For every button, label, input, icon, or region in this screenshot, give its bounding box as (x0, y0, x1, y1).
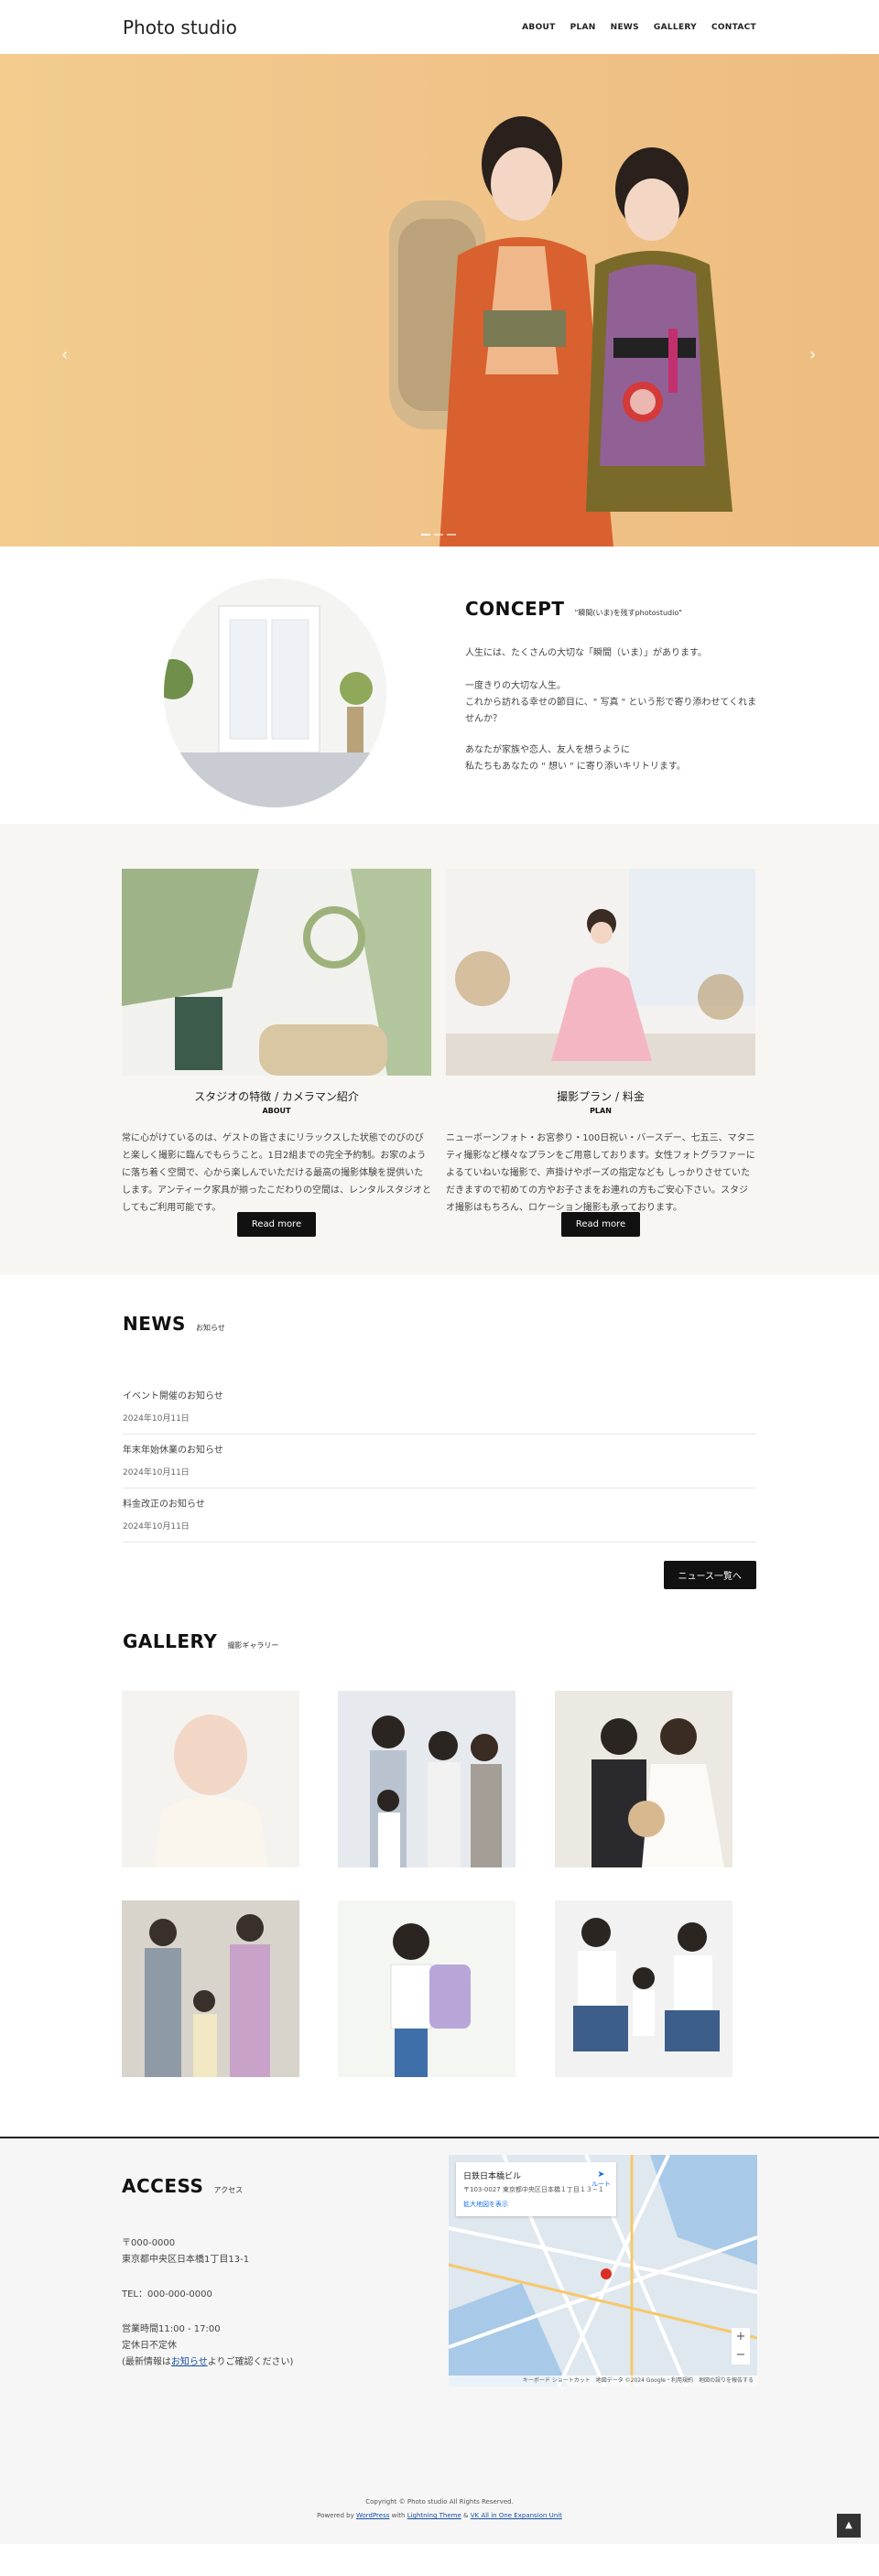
news-subtitle: お知らせ (195, 1324, 225, 1332)
concept-text-block: CONCEPT "瞬間(いま)を残すphotostudio" 人生には、たくさん… (465, 598, 758, 775)
note-prefix: (最新情報は (122, 2357, 171, 2367)
gallery-photo-family-three[interactable] (555, 1900, 732, 2077)
access-address: 東京都中央区日本橋1丁目13-1 (122, 2255, 250, 2265)
map-place-name: 日鉄日本橋ビル (463, 2172, 522, 2181)
google-map[interactable]: 日鉄日本橋ビル 〒103-0027 東京都中央区日本橋１丁目１３−１ 拡大地図を… (449, 2155, 757, 2387)
powered-amp: & (461, 2512, 471, 2519)
news-section: NEWS お知らせ イベント開催のお知らせ 2024年10月11日 年末年始休業… (0, 1274, 879, 1630)
slider-next-icon[interactable]: › (809, 345, 816, 364)
plugin-link[interactable]: VK All in One Expansion Unit (471, 2512, 562, 2519)
gallery-photo-child-backpack[interactable] (338, 1900, 515, 2077)
feature-text: 常に心がけているのは、ゲストの皆さまにリラックスした状態でのびのびと楽しく撮影に… (122, 1133, 431, 1213)
directions-icon: ➤ (597, 2170, 605, 2180)
feature-text: ニューボーンフォト・お宮参り・100日祝い・バースデー、七五三、マタニティ撮影な… (446, 1133, 755, 1213)
news-item-date: 2024年10月11日 (123, 1522, 190, 1532)
feature-photo-girl-dress (446, 869, 755, 1076)
nav-about[interactable]: ABOUT (522, 23, 555, 32)
access-closed: 定休日不定休 (122, 2341, 177, 2351)
access-hours: 営業時間11:00 - 17:00 (122, 2324, 221, 2334)
gallery-subtitle: 撮影ギャラリー (227, 1641, 279, 1650)
news-item[interactable]: 料金改正のお知らせ 2024年10月11日 (123, 1488, 756, 1542)
gallery-photo-wedding[interactable] (555, 1691, 732, 1867)
concept-paragraph-3: あなたが家族や恋人、友人を想うように 私たちもあなたの " 想い " に寄り添い… (465, 745, 686, 772)
access-latest-note: (最新情報はお知らせよりご確認ください) (122, 2354, 424, 2371)
read-more-button[interactable]: Read more (236, 1212, 317, 1237)
read-more-button[interactable]: Read more (560, 1212, 641, 1237)
hero-photo-mother-daughter-kimono (389, 116, 732, 547)
site-logo[interactable]: Photo studio (123, 16, 237, 38)
site-footer: Copyright © Photo studio All Rights Rese… (0, 2495, 879, 2523)
news-item-title[interactable]: 料金改正のお知らせ (123, 1496, 756, 1510)
concept-subtitle: "瞬間(いま)を残すphotostudio" (574, 609, 682, 617)
access-section: ACCESS アクセス 〒000-0000 東京都中央区日本橋1丁目13-1 T… (0, 2137, 879, 2544)
nav-news[interactable]: NEWS (611, 23, 639, 32)
powered-prefix: Powered by (317, 2512, 356, 2519)
gallery-photo-family-outdoor[interactable] (122, 1900, 299, 2077)
map-place-address: 〒103-0027 東京都中央区日本橋１丁目１３−１ (463, 2186, 604, 2193)
concept-photo-white-room (164, 579, 386, 807)
news-item[interactable]: 年末年始休業のお知らせ 2024年10月11日 (123, 1434, 756, 1488)
feature-card-plan: 撮影プラン / 料金 PLAN ニューボーンフォト・お宮参り・100日祝い・バー… (446, 869, 755, 1237)
feature-label: PLAN (590, 1107, 612, 1115)
news-list: イベント開催のお知らせ 2024年10月11日 年末年始休業のお知らせ 2024… (123, 1380, 756, 1542)
access-tel: TEL：000-000-0000 (122, 2289, 212, 2300)
zoom-in-button[interactable]: + (732, 2328, 750, 2346)
features-section: スタジオの特徴 / カメラマン紹介 ABOUT 常に心がけているのは、ゲストの皆… (0, 824, 879, 1274)
news-link[interactable]: お知らせ (171, 2357, 208, 2367)
hero-slider: ‹ › (0, 54, 879, 547)
concept-section: CONCEPT "瞬間(いま)を残すphotostudio" 人生には、たくさん… (0, 547, 879, 824)
site-header: Photo studio ABOUT PLAN NEWS GALLERY CON… (0, 0, 879, 54)
page-top-button[interactable]: ▲ (837, 2514, 861, 2538)
note-suffix: よりご確認ください) (207, 2357, 294, 2367)
map-route-label: ルート (591, 2181, 611, 2188)
map-route-button[interactable]: ➤ ルート (591, 2170, 611, 2189)
nav-plan[interactable]: PLAN (570, 23, 596, 32)
slider-dot[interactable] (434, 534, 443, 536)
feature-title: スタジオの特徴 / カメラマン紹介 (194, 1090, 359, 1103)
concept-paragraph-1: 人生には、たくさんの大切な「瞬間（いま）」があります。 (465, 648, 707, 658)
feature-card-about: スタジオの特徴 / カメラマン紹介 ABOUT 常に心がけているのは、ゲストの皆… (122, 869, 431, 1237)
nav-gallery[interactable]: GALLERY (654, 23, 697, 32)
access-subtitle: アクセス (213, 2186, 244, 2194)
gallery-section: GALLERY 撮影ギャラリー (0, 1630, 879, 2137)
news-item-title[interactable]: イベント開催のお知らせ (123, 1388, 756, 1402)
gallery-photo-baby[interactable] (122, 1691, 299, 1867)
access-title: ACCESS (122, 2175, 204, 2197)
slider-dot[interactable] (421, 534, 430, 536)
powered-by: Powered by WordPress with Lightning Them… (0, 2509, 879, 2523)
news-item[interactable]: イベント開催のお知らせ 2024年10月11日 (123, 1380, 756, 1434)
concept-paragraph-2: 一度きりの大切な人生。 これから訪れる幸せの節目に、" 写真 " という形で寄り… (465, 681, 757, 724)
theme-link[interactable]: Lightning Theme (407, 2512, 461, 2519)
news-item-date: 2024年10月11日 (123, 1414, 190, 1423)
news-list-button[interactable]: ニュース一覧へ (663, 1561, 756, 1589)
zoom-out-button[interactable]: − (732, 2346, 750, 2365)
news-title: NEWS (123, 1313, 186, 1335)
gallery-title: GALLERY (123, 1630, 218, 1652)
slider-dot[interactable] (447, 534, 456, 536)
feature-label: ABOUT (262, 1107, 291, 1115)
access-info: ACCESS アクセス 〒000-0000 東京都中央区日本橋1丁目13-1 T… (122, 2175, 424, 2371)
nav-contact[interactable]: CONTACT (711, 23, 756, 32)
map-place-card: 日鉄日本橋ビル 〒103-0027 東京都中央区日本橋１丁目１３−１ 拡大地図を… (456, 2162, 616, 2216)
map-zoom-controls: + − (732, 2328, 750, 2365)
news-item-title[interactable]: 年末年始休業のお知らせ (123, 1442, 756, 1456)
feature-photo-birthday-set (122, 869, 431, 1076)
concept-title: CONCEPT (465, 598, 565, 620)
news-item-date: 2024年10月11日 (123, 1468, 190, 1477)
gallery-photo-family-four[interactable] (338, 1691, 515, 1867)
map-attribution: キーボード ショートカット 地図データ ©2024 Google・利用規約 地図… (449, 2376, 757, 2387)
slider-pagination[interactable] (421, 534, 456, 536)
slider-prev-icon[interactable]: ‹ (61, 345, 68, 364)
map-enlarge-link[interactable]: 拡大地図を表示 (463, 2200, 609, 2209)
powered-with: with (389, 2512, 407, 2519)
wordpress-link[interactable]: WordPress (356, 2512, 389, 2519)
global-nav: ABOUT PLAN NEWS GALLERY CONTACT (522, 23, 756, 32)
feature-title: 撮影プラン / 料金 (557, 1090, 645, 1103)
copyright: Copyright © Photo studio All Rights Rese… (365, 2498, 514, 2506)
access-postal: 〒000-0000 (122, 2238, 176, 2248)
